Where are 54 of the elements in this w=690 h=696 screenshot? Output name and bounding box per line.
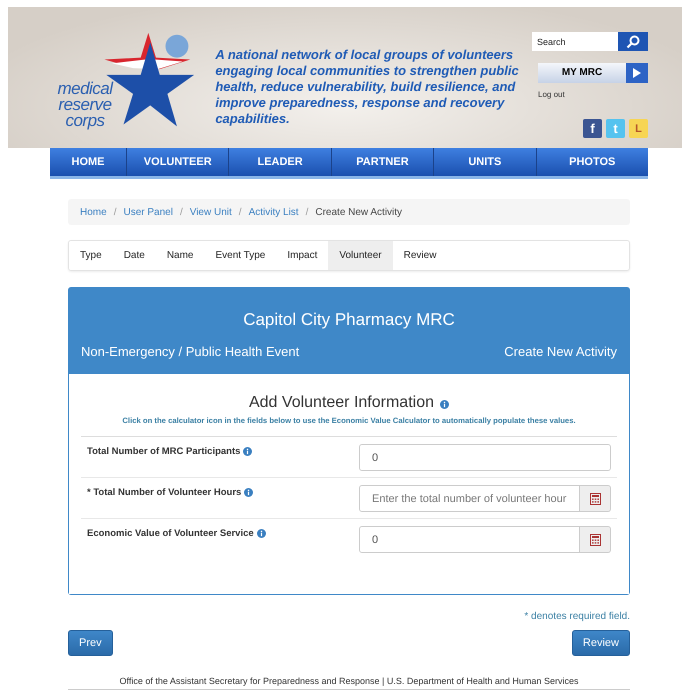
- field-label: * Total Number of Volunteer Hours: [87, 486, 242, 498]
- info-icon[interactable]: [243, 446, 252, 456]
- logout-link[interactable]: Log out: [538, 90, 565, 99]
- panel-action-label: Create New Activity: [504, 344, 617, 359]
- info-icon[interactable]: [440, 400, 449, 409]
- required-note: * denotes required field.: [523, 611, 630, 622]
- info-icon[interactable]: [256, 528, 266, 538]
- calculator-button[interactable]: [580, 485, 611, 512]
- breadcrumb-link[interactable]: View Unit: [190, 206, 232, 218]
- field-label: Economic Value of Volunteer Service: [87, 528, 254, 538]
- tagline: A national network of local groups of volunteers engaging local communities to strengthen public health, reduce vulnerability, build resilience, and improve preparedness, response and recovery capabilities.: [215, 47, 520, 128]
- calculator-button[interactable]: [580, 526, 611, 553]
- breadcrumb-current: Create New Activity: [315, 206, 402, 218]
- step-tab[interactable]: Impact: [276, 241, 328, 270]
- info-icon[interactable]: [244, 488, 254, 496]
- search-field[interactable]: Search: [532, 32, 618, 51]
- event-type-label: Non-Emergency / Public Health Event: [81, 344, 300, 359]
- breadcrumb-link[interactable]: Activity List: [248, 206, 299, 218]
- breadcrumb-link[interactable]: Home: [80, 206, 107, 218]
- panel-title: Capitol City Pharmacy MRC: [242, 310, 456, 330]
- prev-button[interactable]: Prev: [68, 630, 113, 656]
- breadcrumb-separator: /: [238, 206, 242, 218]
- breadcrumb-separator: /: [306, 206, 308, 218]
- step-tab[interactable]: Date: [112, 241, 156, 270]
- breadcrumb-separator: /: [114, 206, 116, 218]
- nav-link[interactable]: PARTNER: [332, 148, 434, 176]
- step-tab[interactable]: Event Type: [204, 241, 276, 270]
- search-icon: [626, 34, 640, 48]
- input-field[interactable]: 0: [359, 526, 580, 553]
- search-button[interactable]: [618, 32, 648, 51]
- nav-link[interactable]: HOME: [50, 148, 128, 176]
- form-heading: Add Volunteer Information: [248, 394, 434, 412]
- nav-link[interactable]: VOLUNTEER: [127, 148, 230, 176]
- nav-link[interactable]: PHOTOS: [536, 148, 648, 176]
- l-icon[interactable]: L: [629, 119, 648, 138]
- field-label: Total Number of MRC Participants: [87, 446, 240, 456]
- input-field[interactable]: 0: [359, 444, 611, 471]
- input-field[interactable]: Enter the total number of volunteer hour: [359, 485, 580, 512]
- play-icon: [633, 68, 641, 78]
- footer-text: Office of the Assistant Secretary for Preparedness and Response | U.S. Department of Health and Human Services: [68, 676, 630, 690]
- breadcrumb-separator: /: [180, 206, 183, 218]
- step-tab[interactable]: Name: [156, 241, 204, 270]
- logo-text: medical reserve corps: [56, 81, 114, 129]
- step-tab[interactable]: Type: [69, 241, 113, 270]
- review-button[interactable]: Review: [572, 630, 630, 656]
- facebook-icon[interactable]: f: [583, 119, 602, 138]
- my-mrc-button[interactable]: MY MRC: [538, 63, 648, 83]
- step-tab[interactable]: Volunteer: [328, 241, 393, 270]
- nav-link[interactable]: UNITS: [434, 148, 537, 176]
- breadcrumb-link[interactable]: User Panel: [123, 206, 173, 218]
- nav-link[interactable]: LEADER: [229, 148, 332, 176]
- calculator-icon: [590, 534, 600, 546]
- calculator-icon: [590, 492, 600, 504]
- step-tab[interactable]: Review: [392, 241, 448, 270]
